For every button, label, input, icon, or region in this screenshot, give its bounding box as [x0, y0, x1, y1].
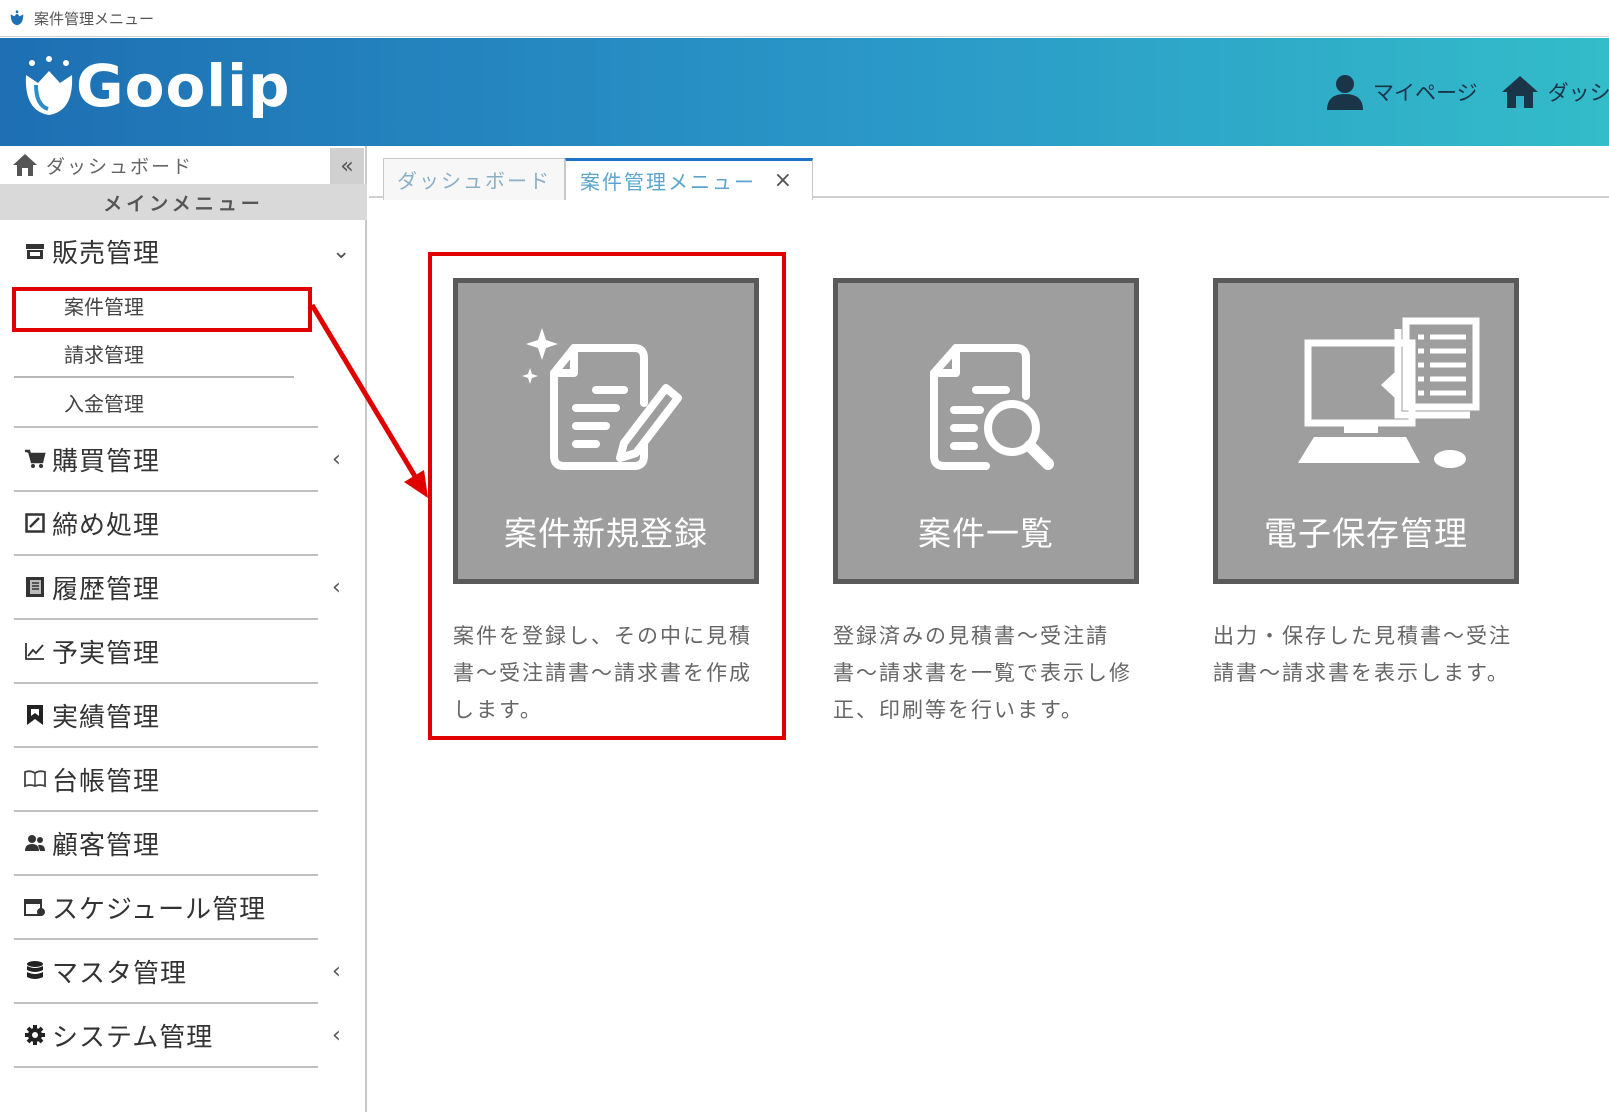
app-logo-icon: [10, 10, 24, 26]
cart-icon: [24, 448, 46, 470]
sidebar-item-label: マスタ管理: [52, 958, 188, 989]
sidebar-item-label: システム管理: [52, 1022, 214, 1053]
app-header: Goolip マイページ ダッシ: [0, 38, 1609, 146]
logo-text: Goolip: [76, 52, 291, 120]
header-nav: マイページ ダッシ: [1325, 72, 1609, 112]
sidebar-item-label: 予実管理: [52, 638, 161, 669]
sidebar-item-label: 締め処理: [52, 510, 161, 541]
tab-label: 案件管理メニュー: [580, 170, 756, 194]
chart-icon: [24, 640, 46, 662]
document-search-icon: [930, 344, 1054, 470]
dashboard-nav-label: ダッシ: [1547, 81, 1609, 105]
submenu-item-nyukin[interactable]: 入金管理: [14, 378, 294, 426]
chevron-down-icon: ⌄: [332, 238, 351, 264]
gear-icon: [24, 1024, 46, 1046]
sidebar-item-label: 顧客管理: [52, 830, 161, 861]
sidebar-heading: メインメニュー: [0, 184, 367, 220]
anken-list-tile[interactable]: 案件一覧: [833, 278, 1139, 584]
tab-bar: ダッシュボード 案件管理メニュー ×: [369, 146, 1609, 200]
sidebar-item-purchase[interactable]: 購買管理 ‹: [14, 428, 341, 492]
store-icon: [24, 240, 46, 262]
sidebar-item-label: 台帳管理: [52, 766, 161, 797]
main-menu: 販売管理 ⌄ 案件管理 請求管理 入金管理 購買管理 ‹ 締め処理 履歴管理 ‹…: [0, 220, 367, 1068]
tile-label: 電子保存管理: [1264, 514, 1468, 553]
mypage-link[interactable]: マイページ: [1325, 72, 1478, 112]
card-e-storage: 電子保存管理 出力・保存した見積書〜受注請書〜請求書を表示します。: [1213, 278, 1519, 692]
sidebar-item-label: 購買管理: [52, 446, 161, 477]
card-anken-list: 案件一覧 登録済みの見積書〜受注請書〜請求書を一覧で表示し修正、印刷等を行います…: [833, 278, 1139, 729]
people-icon: [24, 832, 46, 854]
sidebar-item-history[interactable]: 履歴管理 ‹: [14, 556, 341, 620]
home-icon: [1501, 76, 1538, 108]
highlight-box-anken: [12, 287, 312, 332]
sidebar-item-label: 販売管理: [52, 238, 161, 269]
user-icon: [1327, 75, 1363, 110]
chevron-left-icon: ‹: [332, 1022, 341, 1048]
dashboard-link[interactable]: ダッシ: [1500, 74, 1609, 110]
sidebar-item-label: 履歴管理: [52, 574, 161, 605]
mypage-label: マイページ: [1373, 81, 1478, 105]
tulip-logo-icon: [25, 56, 73, 115]
sidebar-item-budget[interactable]: 予実管理: [14, 620, 318, 684]
window-title: 案件管理メニュー: [34, 9, 155, 28]
database-icon: [24, 960, 46, 982]
chevron-left-icon: ‹: [332, 446, 341, 472]
tab-anken-menu[interactable]: 案件管理メニュー ×: [565, 158, 813, 200]
sidebar-item-system[interactable]: システム管理 ‹: [14, 1004, 341, 1068]
book-icon: [24, 768, 46, 790]
chevron-left-icon: ‹: [332, 958, 341, 984]
sidebar-item-results[interactable]: 実績管理: [14, 684, 318, 748]
sidebar-item-sales[interactable]: 販売管理 ⌄: [14, 220, 350, 282]
chevron-left-icon: ‹: [332, 574, 341, 600]
card-description: 登録済みの見積書〜受注請書〜請求書を一覧で表示し修正、印刷等を行います。: [833, 624, 1132, 722]
bookmark-icon: [24, 704, 46, 726]
home-icon: [13, 154, 37, 176]
close-icon[interactable]: ×: [774, 168, 794, 193]
window-titlebar: 案件管理メニュー: [0, 0, 1609, 37]
sidebar-item-customers[interactable]: 顧客管理: [14, 812, 318, 876]
sidebar-dashboard-link[interactable]: ダッシュボード: [0, 146, 322, 184]
card-description: 出力・保存した見積書〜受注請書〜請求書を表示します。: [1213, 624, 1512, 685]
sidebar-item-label: スケジュール管理: [52, 894, 267, 925]
calendar-icon: [24, 896, 46, 918]
logo[interactable]: Goolip: [22, 52, 291, 120]
computer-storage-icon: [1298, 317, 1480, 468]
checkbox-icon: [24, 512, 46, 534]
sidebar-item-schedule[interactable]: スケジュール管理: [14, 876, 318, 940]
sidebar-dashboard-label: ダッシュボード: [46, 155, 194, 178]
history-icon: [24, 576, 46, 598]
tab-dashboard[interactable]: ダッシュボード: [383, 158, 565, 200]
e-storage-tile[interactable]: 電子保存管理: [1213, 278, 1519, 584]
submenu-item-seikyu[interactable]: 請求管理: [14, 330, 294, 378]
sidebar-collapse-button[interactable]: «: [330, 148, 364, 184]
sidebar-item-label: 実績管理: [52, 702, 161, 733]
sidebar-item-master[interactable]: マスタ管理 ‹: [14, 940, 341, 1004]
highlight-box-new-anken: [428, 252, 786, 740]
sidebar-item-closing[interactable]: 締め処理: [14, 492, 318, 556]
sidebar-item-ledger[interactable]: 台帳管理: [14, 748, 318, 812]
tile-label: 案件一覧: [918, 514, 1054, 553]
